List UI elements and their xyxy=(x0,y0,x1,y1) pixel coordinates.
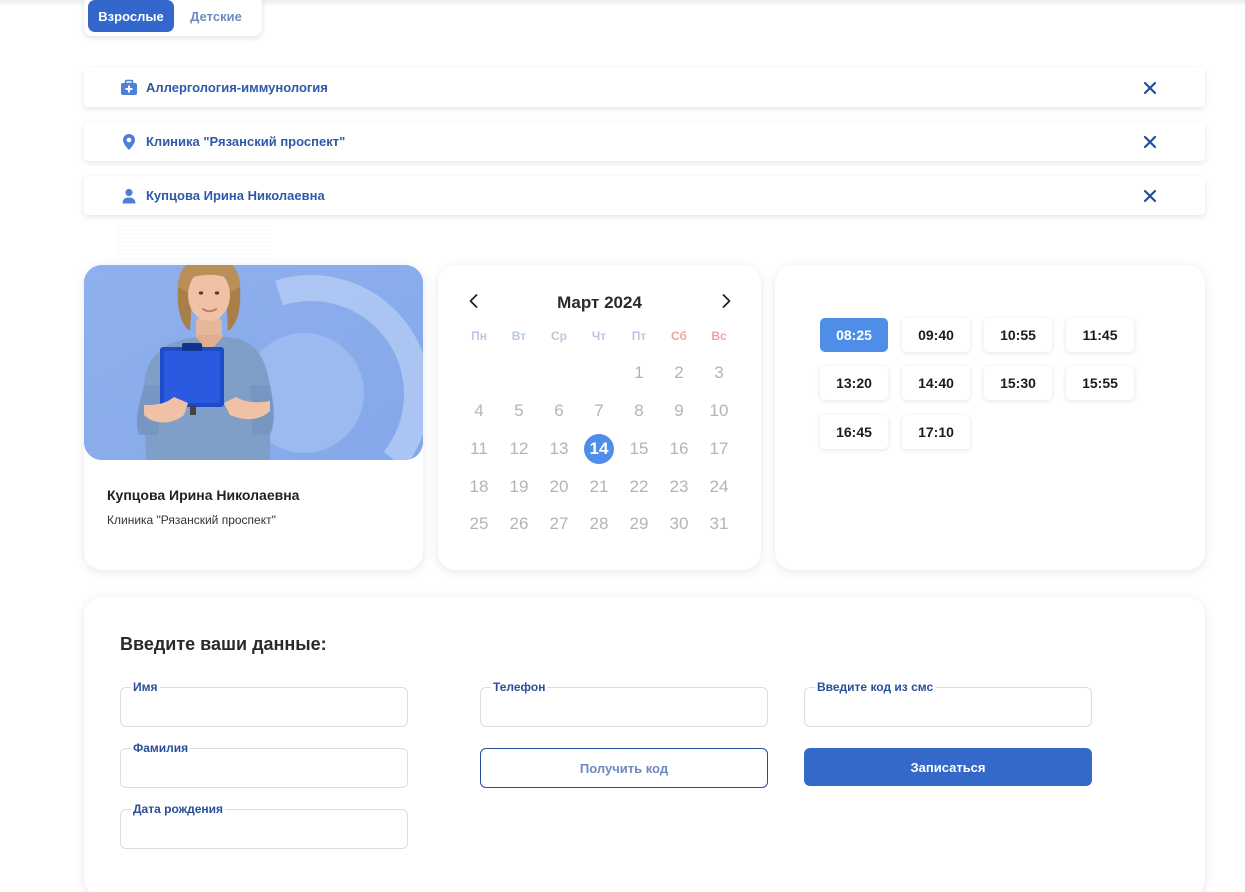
filter-doctor-label: Купцова Ирина Николаевна xyxy=(146,188,325,203)
calendar-day[interactable]: 20 xyxy=(544,472,574,502)
time-slot-selected[interactable]: 08:25 xyxy=(820,318,888,352)
first-name-field[interactable]: Имя xyxy=(120,680,408,727)
filter-clinic: Клиника "Рязанский проспект" xyxy=(84,122,1205,161)
calendar-day[interactable]: 11 xyxy=(464,434,494,464)
close-icon[interactable] xyxy=(1142,134,1158,150)
calendar-day[interactable]: 30 xyxy=(664,509,694,539)
calendar-day[interactable]: 21 xyxy=(584,472,614,502)
time-slot[interactable]: 11:45 xyxy=(1066,318,1134,352)
weekday-header: Чт xyxy=(591,329,607,343)
birth-date-label: Дата рождения xyxy=(131,802,226,816)
doctor-photo xyxy=(84,265,423,460)
calendar-day[interactable]: 28 xyxy=(584,509,614,539)
time-slots-card: 08:25 09:40 10:55 11:45 13:20 14:40 15:30 15:55… xyxy=(775,265,1205,570)
calendar-day[interactable]: 1 xyxy=(624,358,654,388)
location-pin-icon xyxy=(123,134,135,150)
background-stripes xyxy=(116,222,272,262)
calendar-day[interactable]: 13 xyxy=(544,434,574,464)
time-slot[interactable]: 17:10 xyxy=(902,415,970,449)
calendar-day[interactable]: 8 xyxy=(624,396,654,426)
weekday-header: Вт xyxy=(511,329,527,343)
calendar-day[interactable]: 23 xyxy=(664,472,694,502)
patient-form-card: Введите ваши данные: Имя Фамилия Дата ро… xyxy=(84,597,1205,892)
chevron-right-icon[interactable] xyxy=(718,293,734,309)
filter-doctor: Купцова Ирина Николаевна xyxy=(84,176,1205,215)
weekday-header: Вс xyxy=(711,329,727,343)
time-slot[interactable]: 09:40 xyxy=(902,318,970,352)
calendar-day[interactable]: 10 xyxy=(704,396,734,426)
phone-label: Телефон xyxy=(491,680,548,694)
birth-date-field[interactable]: Дата рождения xyxy=(120,802,408,849)
close-icon[interactable] xyxy=(1142,80,1158,96)
calendar-day[interactable]: 6 xyxy=(544,396,574,426)
medical-kit-icon xyxy=(121,79,137,95)
time-slot[interactable]: 15:30 xyxy=(984,366,1052,400)
calendar-day[interactable]: 9 xyxy=(664,396,694,426)
doctor-photo-illustration xyxy=(84,265,423,460)
get-code-button[interactable]: Получить код xyxy=(480,748,768,788)
calendar-day[interactable]: 4 xyxy=(464,396,494,426)
filter-specialty-label: Аллергология-иммунология xyxy=(146,80,328,95)
sms-code-field[interactable]: Введите код из смс xyxy=(804,680,1092,727)
filter-specialty: Аллергология-иммунология xyxy=(84,68,1205,107)
calendar-day[interactable]: 5 xyxy=(504,396,534,426)
submit-appointment-button[interactable]: Записаться xyxy=(804,748,1092,786)
last-name-label: Фамилия xyxy=(131,741,191,755)
time-slot[interactable]: 15:55 xyxy=(1066,366,1134,400)
calendar-month-title: Март 2024 xyxy=(557,293,642,312)
weekday-header: Пн xyxy=(471,329,487,343)
weekday-header: Сб xyxy=(671,329,687,343)
calendar-day[interactable]: 3 xyxy=(704,358,734,388)
calendar-day[interactable]: 26 xyxy=(504,509,534,539)
last-name-field[interactable]: Фамилия xyxy=(120,741,408,788)
phone-field[interactable]: Телефон xyxy=(480,680,768,727)
calendar-day[interactable]: 18 xyxy=(464,472,494,502)
form-title: Введите ваши данные: xyxy=(120,634,327,654)
calendar-day[interactable]: 25 xyxy=(464,509,494,539)
calendar-day[interactable]: 15 xyxy=(624,434,654,464)
tab-children[interactable]: Детские xyxy=(174,0,258,32)
time-slot[interactable]: 16:45 xyxy=(820,415,888,449)
doctor-card[interactable]: Купцова Ирина Николаевна Клиника "Рязанс… xyxy=(84,265,423,570)
weekday-header: Пт xyxy=(631,329,647,343)
calendar-day[interactable]: 19 xyxy=(504,472,534,502)
first-name-label: Имя xyxy=(131,680,160,694)
calendar-day[interactable]: 17 xyxy=(704,434,734,464)
calendar-day[interactable]: 2 xyxy=(664,358,694,388)
doctor-clinic: Клиника "Рязанский проспект" xyxy=(107,513,276,527)
time-slot[interactable]: 13:20 xyxy=(820,366,888,400)
age-tabs: Взрослые Детские xyxy=(84,0,262,36)
calendar-day[interactable]: 7 xyxy=(584,396,614,426)
close-icon[interactable] xyxy=(1142,188,1158,204)
weekday-header: Ср xyxy=(551,329,567,343)
filter-clinic-label: Клиника "Рязанский проспект" xyxy=(146,134,346,149)
calendar-day[interactable]: 12 xyxy=(504,434,534,464)
calendar-day[interactable]: 29 xyxy=(624,509,654,539)
tab-adults[interactable]: Взрослые xyxy=(88,0,174,32)
calendar-day[interactable]: 31 xyxy=(704,509,734,539)
calendar-day[interactable]: 16 xyxy=(664,434,694,464)
sms-code-label: Введите код из смс xyxy=(815,680,936,694)
time-slot[interactable]: 10:55 xyxy=(984,318,1052,352)
doctor-name: Купцова Ирина Николаевна xyxy=(107,487,300,503)
calendar-day[interactable]: 27 xyxy=(544,509,574,539)
calendar-day[interactable]: 22 xyxy=(624,472,654,502)
calendar-card: Март 2024 Пн Вт Ср Чт Пт Сб Вс 1 2 3 4 5 6 7 8 9 10 11 12 1… xyxy=(438,265,761,570)
calendar-day-selected[interactable]: 14 xyxy=(584,434,614,464)
calendar-day[interactable]: 24 xyxy=(704,472,734,502)
user-icon xyxy=(122,188,136,204)
time-slot[interactable]: 14:40 xyxy=(902,366,970,400)
first-name-input[interactable] xyxy=(121,688,407,726)
